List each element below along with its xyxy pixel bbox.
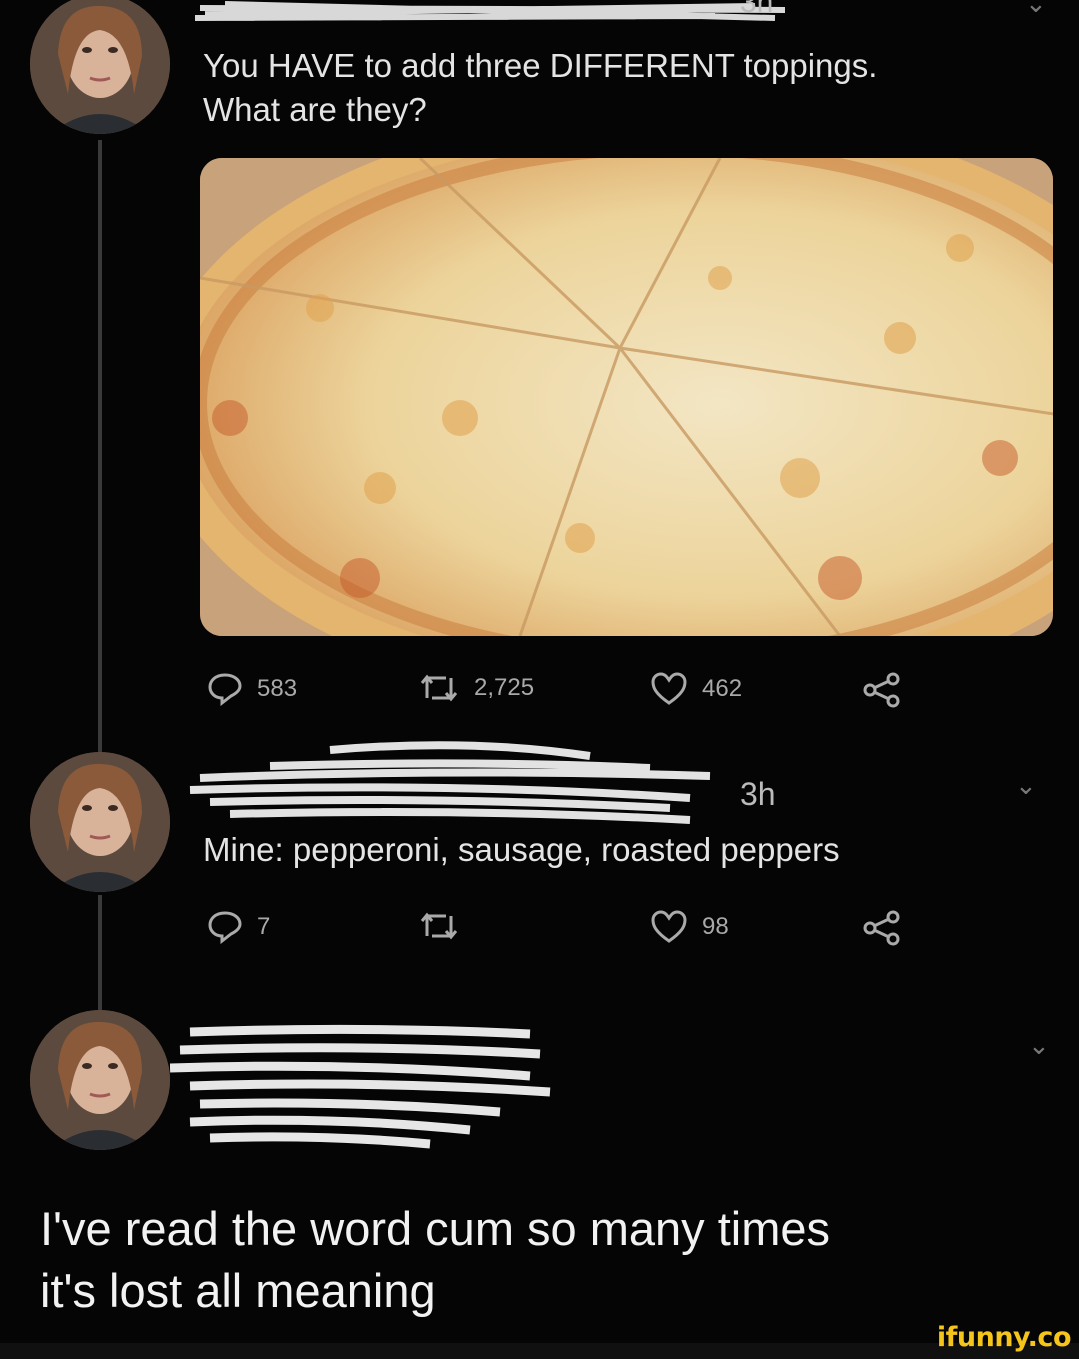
reply-icon <box>208 673 242 706</box>
heart-icon <box>651 672 687 705</box>
reply-button[interactable]: 7 <box>207 910 270 944</box>
reply-time: 3h <box>740 776 776 812</box>
retweet-icon <box>420 674 458 702</box>
tweet-text: You HAVE to add three DIFFERENT toppings… <box>203 44 877 132</box>
thread-line <box>98 895 102 1020</box>
share-icon <box>863 910 900 946</box>
like-count: 98 <box>702 913 729 940</box>
avatar[interactable] <box>30 1010 170 1150</box>
watermark-bar <box>0 1343 1079 1359</box>
chevron-down-icon[interactable]: ⌄ <box>1025 0 1047 19</box>
redacted-reply <box>170 1024 551 1149</box>
tweet-time: 3h <box>740 0 774 19</box>
share-icon <box>863 672 900 708</box>
meme-caption: I've read the word cum so many times it'… <box>40 1198 830 1322</box>
thread-line <box>98 140 102 760</box>
pizza-image[interactable] <box>200 158 1053 636</box>
avatar[interactable] <box>30 0 170 134</box>
like-count: 462 <box>702 675 743 702</box>
share-button[interactable] <box>862 672 902 708</box>
chevron-down-icon[interactable]: ⌄ <box>1028 1030 1050 1061</box>
like-button[interactable]: 462 <box>650 672 742 706</box>
avatar[interactable] <box>30 752 170 892</box>
reply-button[interactable]: 583 <box>207 672 297 706</box>
redacted-username <box>195 1 786 21</box>
ifunny-watermark: ifunny.co <box>936 1322 1072 1353</box>
retweet-button[interactable] <box>418 910 460 942</box>
retweet-icon <box>420 912 458 940</box>
reply-count: 583 <box>257 675 298 702</box>
redacted-username <box>189 741 711 824</box>
retweet-button[interactable]: 2,725 <box>418 672 534 704</box>
retweet-count: 2,725 <box>474 674 535 701</box>
reply-text: Mine: pepperoni, sausage, roasted pepper… <box>203 831 840 868</box>
heart-icon <box>651 910 687 943</box>
reply-count: 7 <box>257 913 271 940</box>
tweet-text-line: What are they? <box>203 91 427 128</box>
like-button[interactable]: 98 <box>650 910 729 944</box>
caption-line: it's lost all meaning <box>40 1264 436 1317</box>
chevron-down-icon[interactable]: ⌄ <box>1015 770 1037 801</box>
reply-icon <box>208 911 242 944</box>
tweet-text-line: You HAVE to add three DIFFERENT toppings… <box>203 47 878 84</box>
share-button[interactable] <box>862 910 902 946</box>
caption-line: I've read the word cum so many times <box>40 1202 831 1255</box>
